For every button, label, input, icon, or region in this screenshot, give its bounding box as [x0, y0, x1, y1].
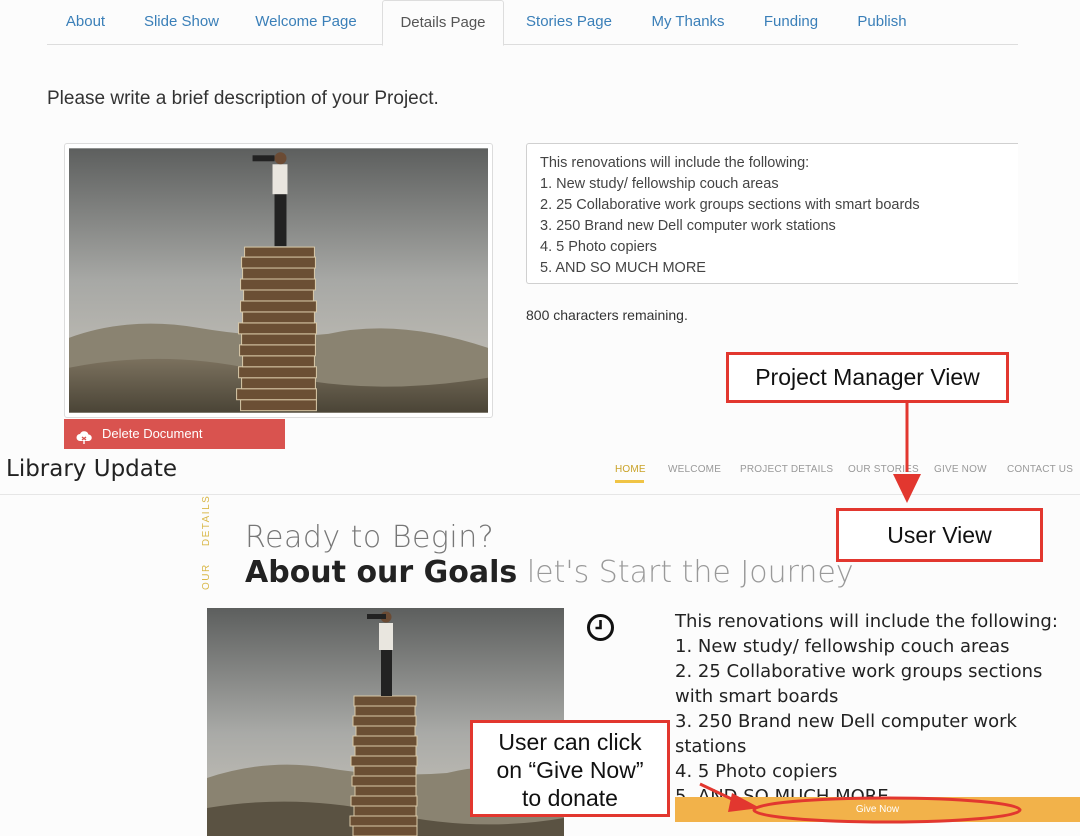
description-line: 5. AND SO MUCH MORE [540, 260, 706, 276]
tab-welcome-page[interactable]: Welcome Page [239, 0, 373, 45]
site-nav-project-details[interactable]: PROJECT DETAILS [740, 464, 833, 475]
section-heading-line2: About our Goals let's Start the Journey [245, 555, 854, 590]
section-heading-thin: let's Start the Journey [526, 555, 854, 590]
give-now-annotation-line: to donate [522, 785, 618, 811]
delete-document-label: Delete Document [102, 426, 203, 441]
description-line: 3. 250 Brand new Dell computer work stat… [540, 218, 836, 234]
description-line: This renovations will include the follow… [675, 611, 1058, 632]
give-now-annotation-line: on “Give Now” [496, 757, 644, 783]
project-photo [69, 148, 488, 413]
active-nav-indicator [615, 480, 644, 483]
site-nav-our-stories[interactable]: OUR STORIES [848, 464, 919, 475]
screenshot-root: About Slide Show Welcome Page Details Pa… [0, 0, 1080, 836]
site-header-divider [0, 494, 1080, 495]
clock-icon [586, 613, 615, 647]
description-line: 4. 5 Photo copiers [540, 239, 657, 255]
site-nav-home[interactable]: HOME [615, 464, 646, 475]
description-line: 1. New study/ fellowship couch areas [675, 636, 1010, 657]
user-view-annotation: User View [836, 508, 1043, 562]
description-textarea[interactable]: This renovations will include the follow… [526, 143, 1018, 284]
description-line: 3. 250 Brand new Dell computer work stat… [675, 711, 1017, 757]
site-title: Library Update [6, 456, 178, 482]
tab-my-thanks[interactable]: My Thanks [635, 0, 741, 45]
tab-about[interactable]: About [47, 0, 124, 45]
arrow-icon [893, 474, 921, 503]
give-now-annotation-line: User can click [498, 729, 642, 755]
characters-remaining: 800 characters remaining. [526, 307, 688, 323]
section-label-details: DETAILS [201, 494, 212, 547]
site-nav-welcome[interactable]: WELCOME [668, 464, 721, 475]
tab-funding[interactable]: Funding [746, 0, 836, 45]
user-view-description: This renovations will include the follow… [675, 609, 1075, 809]
tab-slide-show[interactable]: Slide Show [125, 0, 238, 45]
project-image-frame [64, 143, 493, 418]
tab-stories-page[interactable]: Stories Page [509, 0, 629, 45]
section-heading-bold: About our Goals [245, 555, 518, 590]
description-line: 2. 25 Collaborative work groups sections… [675, 661, 1043, 707]
description-line: This renovations will include the follow… [540, 155, 810, 171]
pm-view-annotation: Project Manager View [726, 352, 1009, 403]
cloud-delete-icon [76, 426, 92, 456]
description-line: 1. New study/ fellowship couch areas [540, 176, 779, 192]
description-line: 4. 5 Photo copiers [675, 761, 838, 782]
tab-details-page[interactable]: Details Page [382, 0, 504, 46]
site-nav-contact-us[interactable]: CONTACT US [1007, 464, 1073, 475]
section-label: OUR DETAILS [201, 495, 212, 590]
give-now-annotation: User can click on “Give Now” to donate [470, 720, 670, 817]
section-label-our: OUR [201, 563, 212, 590]
section-heading-line1: Ready to Begin? [245, 520, 495, 555]
site-nav-give-now[interactable]: GIVE NOW [934, 464, 987, 475]
description-line: 2. 25 Collaborative work groups sections… [540, 197, 920, 213]
tab-publish[interactable]: Publish [842, 0, 922, 45]
description-prompt: Please write a brief description of your… [47, 88, 439, 109]
give-now-button[interactable]: Give Now [675, 797, 1080, 822]
editor-tab-bar: About Slide Show Welcome Page Details Pa… [47, 0, 1018, 46]
delete-document-button[interactable]: Delete Document [64, 419, 285, 449]
